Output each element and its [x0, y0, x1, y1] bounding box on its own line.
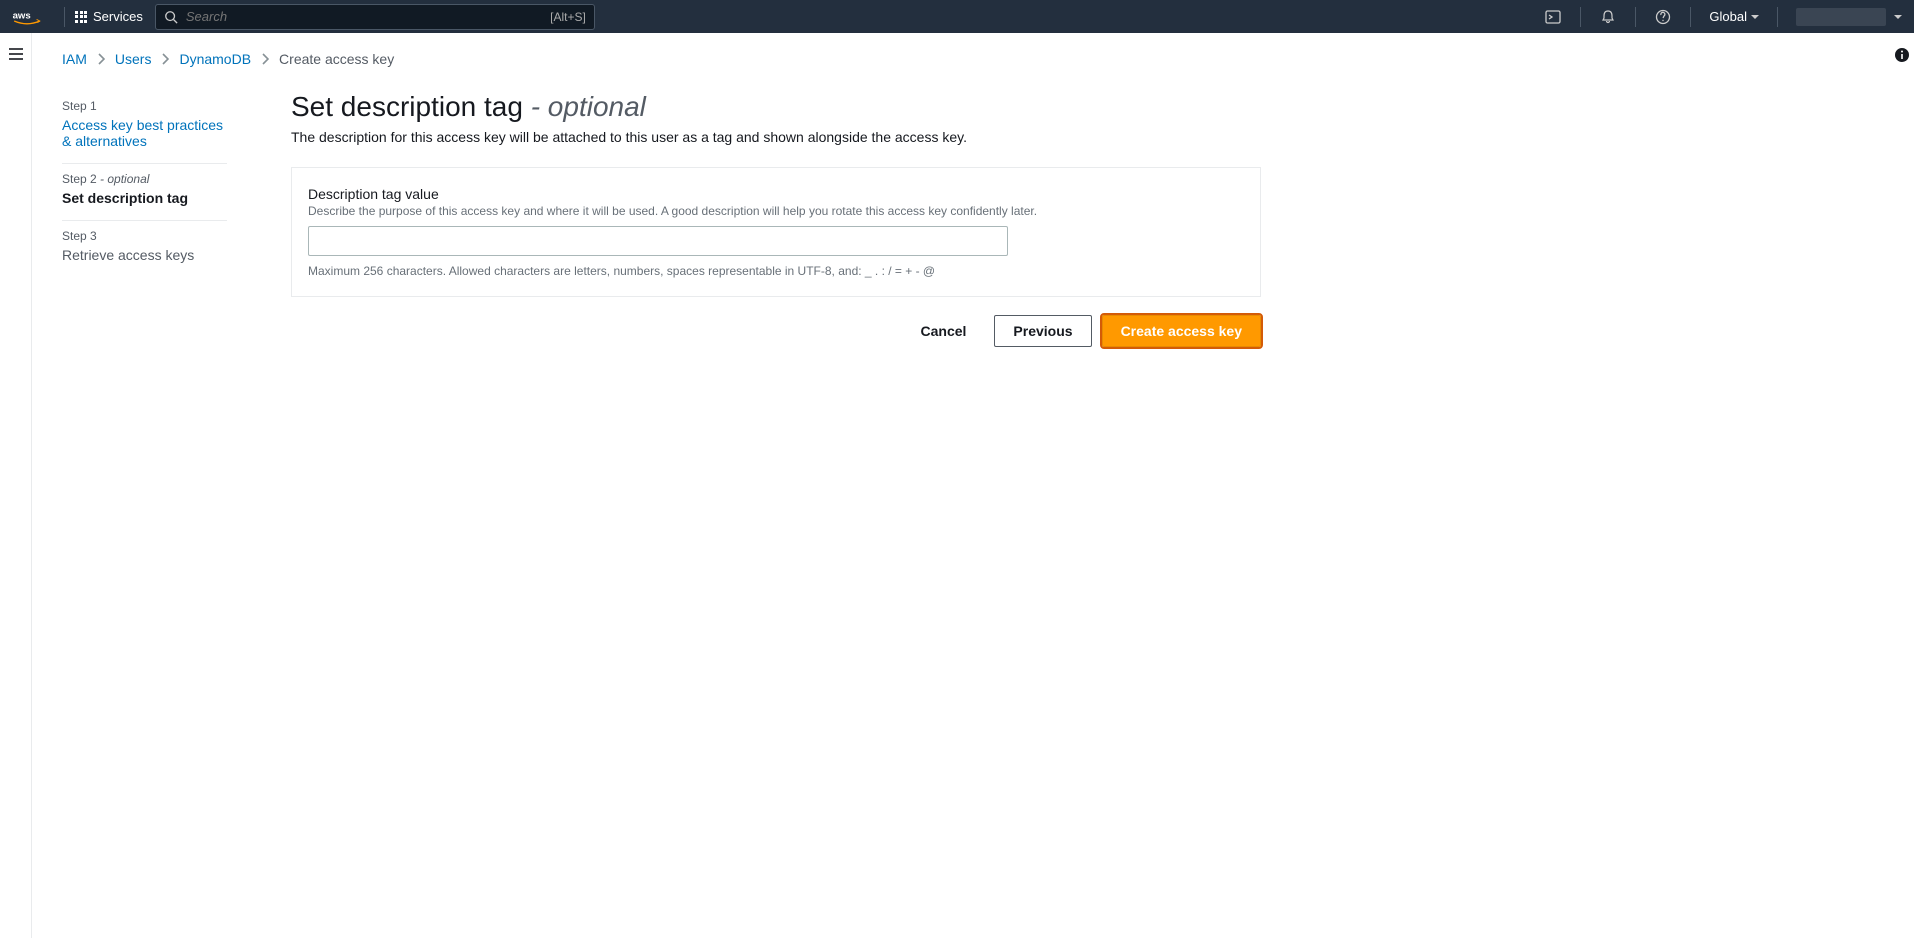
search-input[interactable]	[186, 9, 542, 24]
top-nav-right: Global	[1536, 0, 1902, 33]
page-subtitle: The description for this access key will…	[291, 129, 1261, 145]
previous-button[interactable]: Previous	[994, 315, 1091, 347]
chevron-down-icon	[1894, 15, 1902, 19]
step-number: Step 1	[62, 99, 227, 113]
account-menu[interactable]	[1796, 8, 1886, 26]
title-optional: - optional	[531, 91, 646, 122]
breadcrumb-users[interactable]: Users	[115, 51, 152, 67]
page-title: Set description tag - optional	[291, 91, 1261, 123]
services-button[interactable]: Services	[75, 9, 143, 24]
divider	[1690, 7, 1691, 27]
field-hint: Maximum 256 characters. Allowed characte…	[308, 264, 1244, 278]
cancel-button[interactable]: Cancel	[903, 315, 985, 347]
svg-text:aws: aws	[13, 10, 31, 21]
step-number-text: Step 2	[62, 172, 97, 186]
region-label: Global	[1709, 9, 1747, 24]
divider	[64, 7, 65, 27]
chevron-right-icon	[161, 53, 169, 65]
help-icon	[1655, 9, 1671, 25]
help-button[interactable]	[1646, 0, 1680, 33]
side-nav-toggle[interactable]	[8, 47, 24, 938]
divider	[1777, 7, 1778, 27]
wizard-step-3: Step 3 Retrieve access keys	[62, 221, 227, 277]
notifications-button[interactable]	[1591, 0, 1625, 33]
step-title: Set description tag	[62, 190, 227, 206]
aws-logo[interactable]: aws	[12, 9, 42, 25]
app-body: IAM Users DynamoDB Create access key Ste…	[0, 33, 1914, 938]
services-grid-icon	[75, 11, 87, 23]
step-title[interactable]: Access key best practices & alternatives	[62, 117, 227, 149]
wizard-actions: Cancel Previous Create access key	[291, 315, 1261, 347]
wizard-step-2: Step 2 - optional Set description tag	[62, 164, 227, 221]
form-panel: Description tag value Describe the purpo…	[291, 167, 1261, 297]
chevron-right-icon	[97, 53, 105, 65]
top-nav: aws Services [Alt+S]	[0, 0, 1914, 33]
divider	[1580, 7, 1581, 27]
field-label: Description tag value	[308, 186, 1244, 202]
chevron-down-icon	[1751, 15, 1759, 19]
wizard-layout: Step 1 Access key best practices & alter…	[62, 91, 1854, 347]
create-access-key-button[interactable]: Create access key	[1102, 315, 1261, 347]
cloudshell-icon	[1545, 9, 1561, 25]
step-number: Step 3	[62, 229, 227, 243]
wizard-main: Set description tag - optional The descr…	[291, 91, 1261, 347]
right-rail	[1890, 33, 1914, 938]
wizard-step-1: Step 1 Access key best practices & alter…	[62, 91, 227, 164]
breadcrumb-iam[interactable]: IAM	[62, 51, 87, 67]
chevron-right-icon	[261, 53, 269, 65]
services-label: Services	[93, 9, 143, 24]
breadcrumb-current: Create access key	[279, 51, 394, 67]
description-tag-input[interactable]	[308, 226, 1008, 256]
divider	[1635, 7, 1636, 27]
search-box[interactable]: [Alt+S]	[155, 4, 595, 30]
hamburger-icon	[8, 47, 24, 61]
info-panel-toggle[interactable]	[1894, 47, 1910, 938]
field-description: Describe the purpose of this access key …	[308, 204, 1244, 218]
step-number: Step 2 - optional	[62, 172, 227, 186]
aws-logo-icon: aws	[12, 9, 42, 25]
main-content: IAM Users DynamoDB Create access key Ste…	[32, 33, 1890, 938]
breadcrumb: IAM Users DynamoDB Create access key	[62, 51, 1854, 67]
step-optional: - optional	[97, 172, 150, 186]
breadcrumb-user[interactable]: DynamoDB	[179, 51, 251, 67]
left-rail	[0, 33, 32, 938]
info-icon	[1894, 47, 1910, 63]
cloudshell-button[interactable]	[1536, 0, 1570, 33]
wizard-steps: Step 1 Access key best practices & alter…	[62, 91, 227, 277]
title-text: Set description tag	[291, 91, 531, 122]
search-shortcut: [Alt+S]	[550, 10, 586, 24]
bell-icon	[1600, 9, 1616, 25]
step-title: Retrieve access keys	[62, 247, 227, 263]
search-icon	[164, 10, 178, 24]
region-selector[interactable]: Global	[1701, 9, 1767, 24]
